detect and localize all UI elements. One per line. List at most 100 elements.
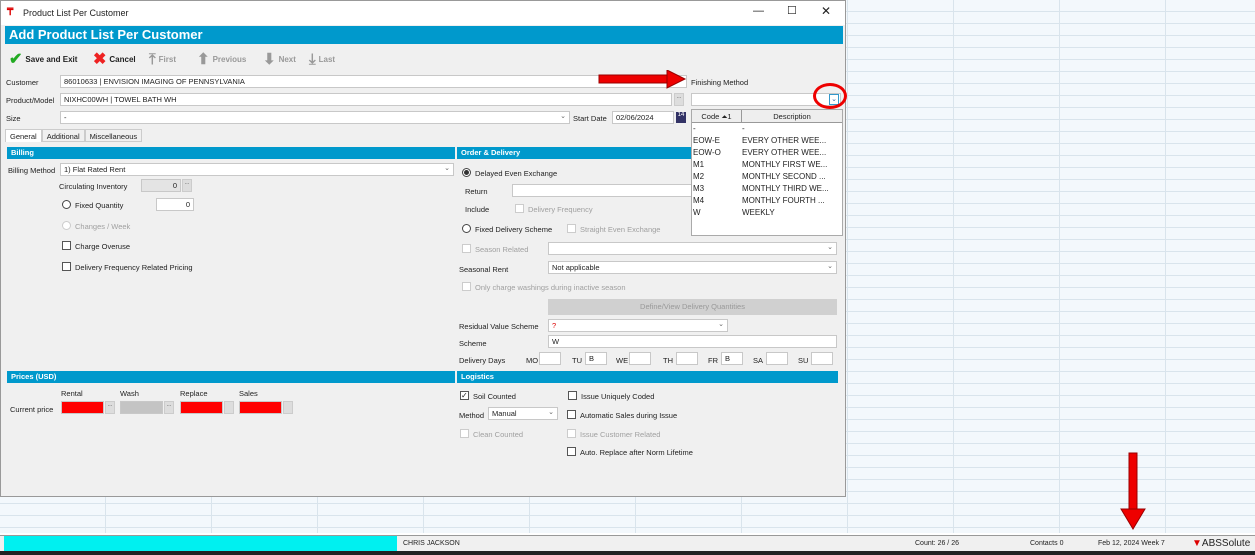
description-column-header[interactable]: Description [742, 110, 842, 122]
auto-replace-label: Auto. Replace after Norm Lifetime [580, 448, 693, 457]
season-related-select[interactable]: ⌄ [548, 242, 837, 255]
tab-general[interactable]: General [5, 129, 42, 142]
scheme-field[interactable]: W [548, 335, 837, 348]
dfrp-label: Delivery Frequency Related Pricing [75, 263, 193, 272]
define-delivery-quantities-button[interactable]: Define/View Delivery Quantities [548, 299, 837, 315]
automatic-sales-checkbox[interactable] [567, 410, 576, 419]
changes-week-radio[interactable] [62, 221, 71, 230]
description-cell: MONTHLY FOURTH ... [742, 196, 825, 205]
save-and-exit-button[interactable]: ✔ Save and Exit [9, 49, 77, 69]
description-cell: MONTHLY THIRD WE... [742, 184, 829, 193]
tab-additional[interactable]: Additional [41, 129, 85, 142]
clean-counted-checkbox[interactable] [460, 429, 469, 438]
day-field[interactable]: B [585, 352, 607, 365]
list-item[interactable]: M4 MONTHLY FOURTH ... [692, 195, 842, 207]
charge-overuse-label: Charge Overuse [75, 242, 131, 251]
replace-price-button[interactable] [224, 401, 234, 414]
circulating-inventory-field: 0 [141, 179, 181, 192]
delayed-even-exchange-radio[interactable] [462, 168, 471, 177]
soil-counted-checkbox[interactable]: ✓ [460, 391, 469, 400]
list-item[interactable]: -- [692, 123, 842, 135]
method-label: Method [459, 411, 485, 420]
description-cell: EVERY OTHER WEE... [742, 148, 827, 157]
taskbar-edge [0, 551, 1255, 555]
wash-price-button[interactable]: ... [164, 401, 174, 414]
issue-customer-related-label: Issue Customer Related [580, 430, 661, 439]
issue-uniquely-coded-label: Issue Uniquely Coded [581, 392, 655, 401]
day-field[interactable] [629, 352, 651, 365]
list-item[interactable]: M3 MONTHLY THIRD WE... [692, 183, 842, 195]
fixed-quantity-radio[interactable] [62, 200, 71, 209]
next-button[interactable]: ⬇ Next [263, 49, 296, 69]
issue-uniquely-coded-checkbox[interactable] [568, 391, 577, 400]
current-price-label: Current price [10, 405, 54, 414]
sales-price-button[interactable] [283, 401, 293, 414]
circulating-inventory-label: Circulating Inventory [59, 182, 128, 191]
straight-even-exchange-checkbox[interactable] [567, 224, 576, 233]
day-field[interactable] [766, 352, 788, 365]
cancel-button[interactable]: ✖ Cancel [93, 49, 136, 69]
chevron-down-icon: ⌄ [827, 263, 833, 270]
start-date-field[interactable]: 02/06/2024 [612, 111, 674, 124]
list-item[interactable]: M2 MONTHLY SECOND ... [692, 171, 842, 183]
day-label: TH [663, 356, 673, 365]
seasonal-rent-select[interactable]: Not applicable ⌄ [548, 261, 837, 274]
rental-price-button[interactable]: ... [105, 401, 115, 414]
replace-price-field[interactable] [180, 401, 223, 414]
size-label: Size [6, 114, 21, 123]
billing-method-select[interactable]: 1) Flat Rated Rent ⌄ [60, 163, 454, 176]
auto-replace-checkbox[interactable] [567, 447, 576, 456]
list-item[interactable]: EOW-O EVERY OTHER WEE... [692, 147, 842, 159]
only-charge-checkbox[interactable] [462, 282, 471, 291]
delivery-frequency-label: Delivery Frequency [528, 205, 593, 214]
maximize-button[interactable]: ☐ [787, 4, 797, 17]
fixed-delivery-scheme-radio[interactable] [462, 224, 471, 233]
charge-overuse-checkbox[interactable] [62, 241, 71, 250]
description-cell: - [742, 124, 745, 133]
title-bar: ₸ Product List Per Customer — ☐ ✕ [1, 1, 845, 25]
straight-even-exchange-label: Straight Even Exchange [580, 225, 661, 234]
customer-field[interactable]: 86010633 | ENVISION IMAGING OF PENNSYLVA… [60, 75, 687, 88]
season-related-checkbox[interactable] [462, 244, 471, 253]
day-field[interactable] [539, 352, 561, 365]
brand-logo: ▼ABSSolute [1192, 538, 1251, 549]
minimize-button[interactable]: — [753, 5, 764, 17]
issue-customer-related-checkbox[interactable] [567, 429, 576, 438]
status-count: Count: 26 / 26 [915, 540, 959, 547]
finishing-method-label: Finishing Method [691, 78, 749, 87]
product-lookup-button[interactable]: ... [674, 93, 684, 106]
sales-price-field[interactable] [239, 401, 282, 414]
day-field[interactable] [676, 352, 698, 365]
size-select[interactable]: - ⌄ [60, 111, 570, 124]
chevron-down-icon: ⌄ [548, 409, 554, 416]
delivery-frequency-checkbox[interactable] [515, 204, 524, 213]
list-item[interactable]: W WEEKLY [692, 207, 842, 219]
tab-miscellaneous[interactable]: Miscellaneous [84, 129, 143, 142]
residual-value-select[interactable]: ? ⌄ [548, 319, 728, 332]
list-item[interactable]: EOW-E EVERY OTHER WEE... [692, 135, 842, 147]
code-cell: M2 [693, 172, 705, 181]
calendar-icon[interactable]: 14 [676, 112, 686, 123]
last-button[interactable]: ⤓ Last [309, 49, 335, 69]
fixed-quantity-field[interactable]: 0 [156, 198, 194, 211]
return-field[interactable] [512, 184, 692, 197]
list-item[interactable]: M1 MONTHLY FIRST WE... [692, 159, 842, 171]
code-column-header[interactable]: Code ⏶1 [692, 110, 742, 122]
day-label: TU [572, 356, 582, 365]
first-button[interactable]: ⤒ First [149, 49, 176, 69]
day-field[interactable]: B [721, 352, 743, 365]
code-cell: M3 [693, 184, 705, 193]
product-field[interactable]: NIXHC00WH | TOWEL BATH WH [60, 93, 672, 106]
dfrp-checkbox[interactable] [62, 262, 71, 271]
circulating-inventory-button[interactable]: ... [182, 179, 192, 192]
code-cell: W [693, 208, 701, 217]
annotation-circle [813, 83, 847, 109]
method-select[interactable]: Manual ⌄ [488, 407, 558, 420]
seasonal-rent-label: Seasonal Rent [459, 265, 509, 274]
page-title: Add Product List Per Customer [5, 26, 843, 44]
close-button[interactable]: ✕ [821, 4, 831, 18]
previous-button[interactable]: ⬆ Previous [197, 49, 246, 69]
return-label: Return [465, 187, 488, 196]
rental-price-field[interactable] [61, 401, 104, 414]
day-field[interactable] [811, 352, 833, 365]
